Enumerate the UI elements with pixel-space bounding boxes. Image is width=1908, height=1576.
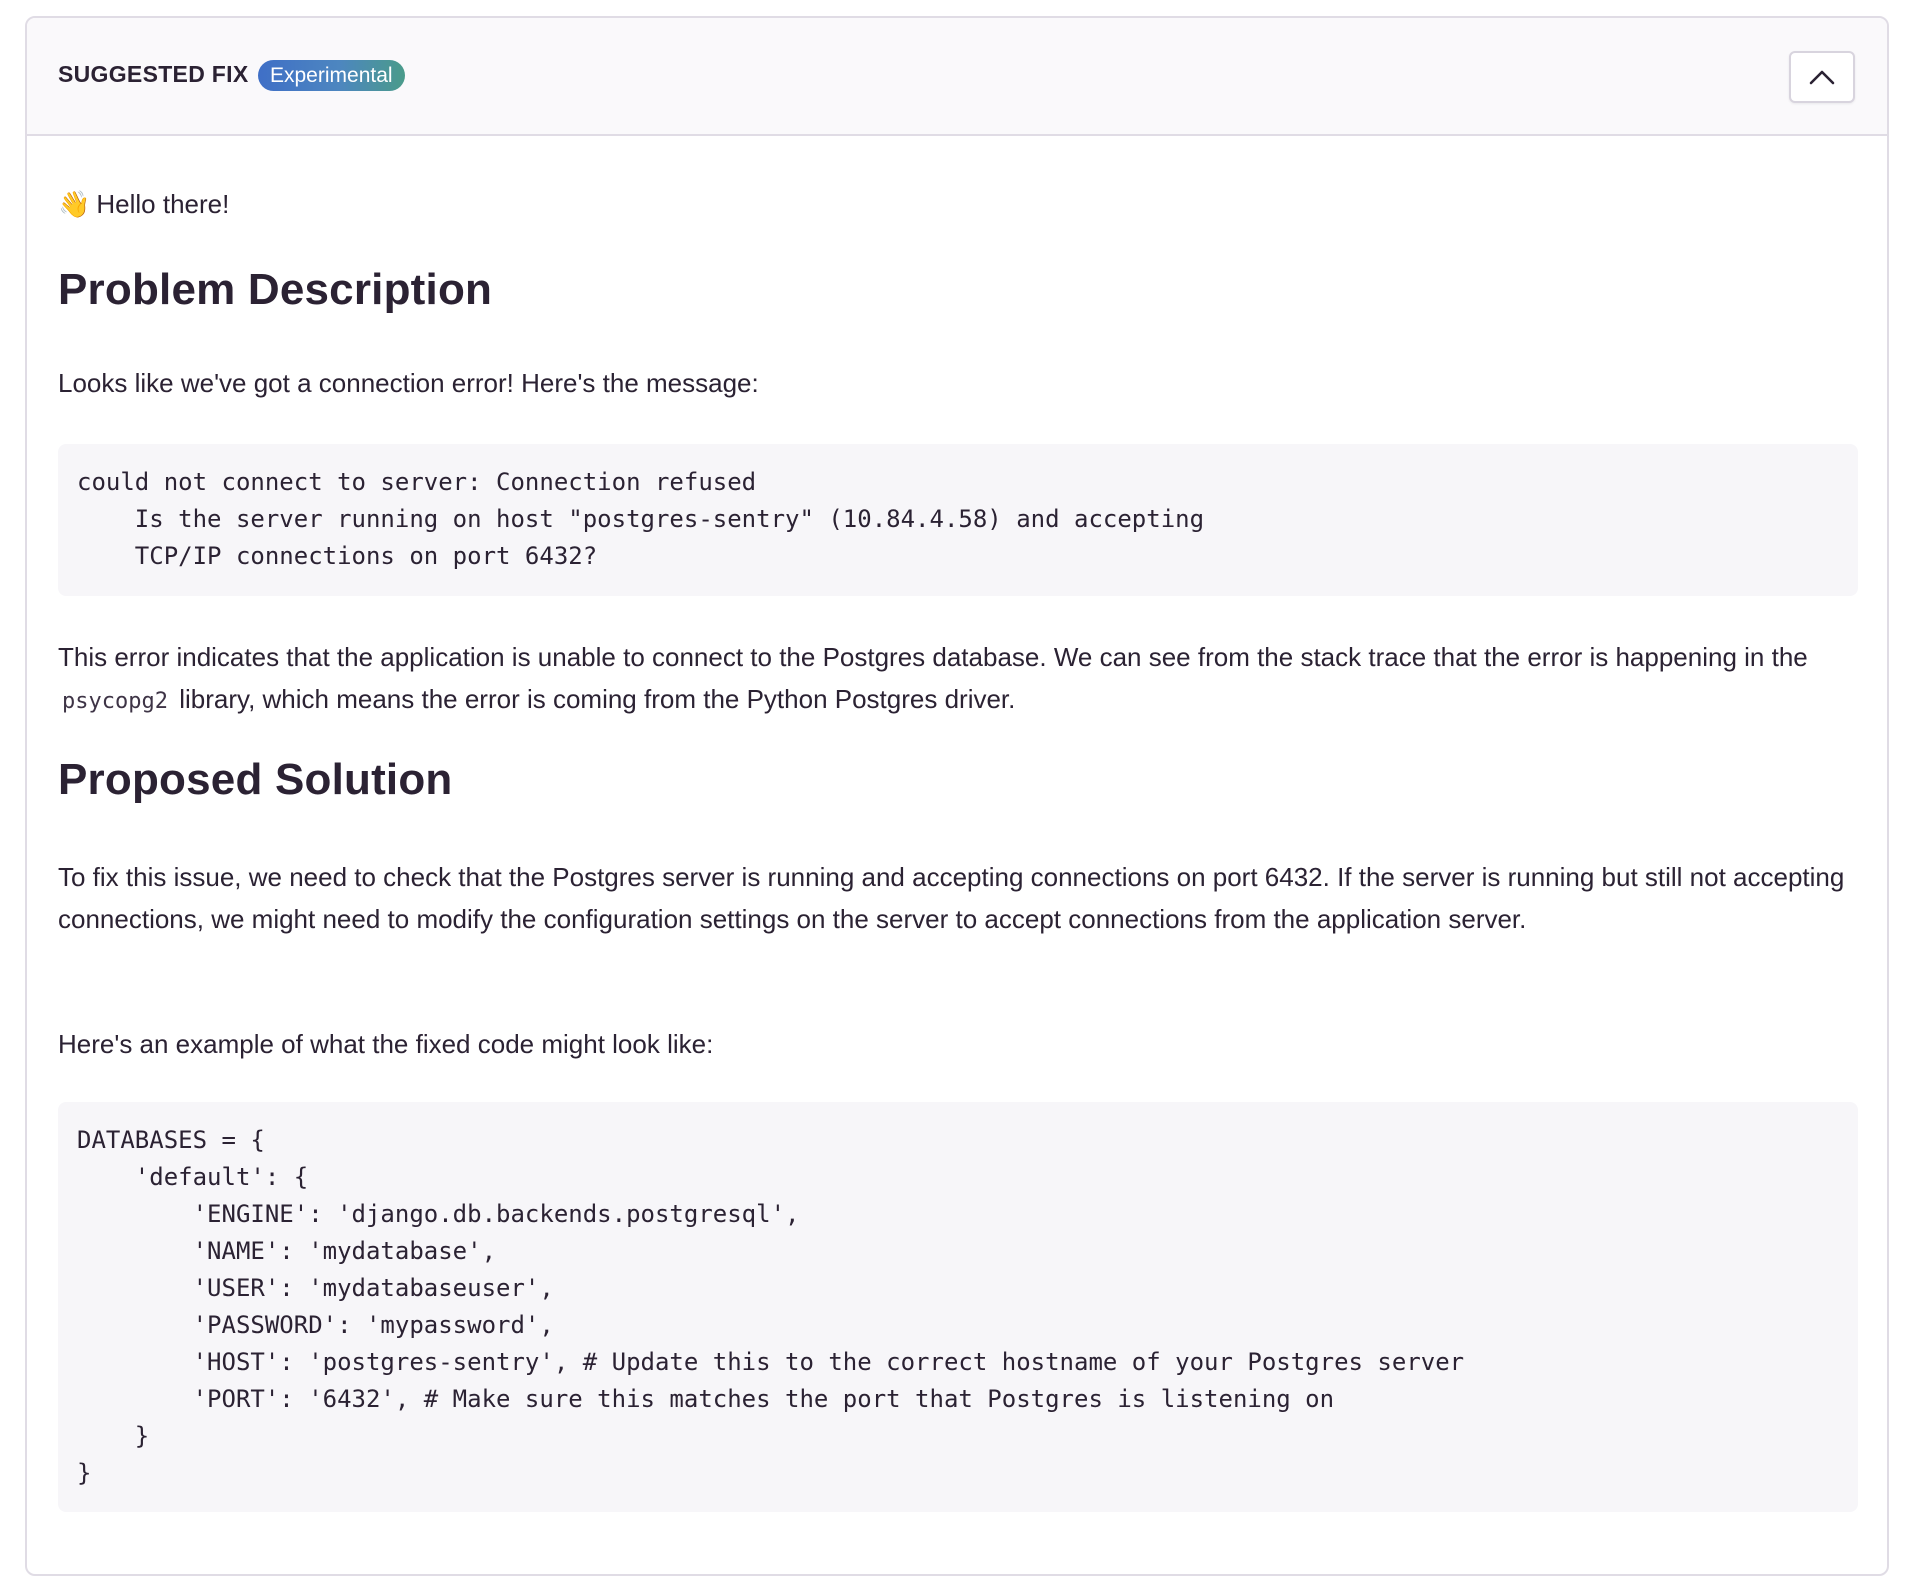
panel-header: SUGGESTED FIX Experimental xyxy=(27,18,1887,136)
explanation-text-after: library, which means the error is coming… xyxy=(179,684,1016,714)
problem-heading: Problem Description xyxy=(58,265,493,314)
suggested-fix-panel: SUGGESTED FIX Experimental 👋 Hello there!… xyxy=(25,16,1889,1576)
chevron-up-icon xyxy=(1809,70,1835,85)
explanation-text-before: This error indicates that the applicatio… xyxy=(58,642,1808,672)
error-message-code: could not connect to server: Connection … xyxy=(58,444,1858,596)
experimental-badge: Experimental xyxy=(258,60,405,91)
inline-code-psycopg2: psycopg2 xyxy=(62,689,168,714)
greeting-text: Hello there! xyxy=(96,189,230,219)
collapse-button[interactable] xyxy=(1789,51,1855,103)
waving-hand-icon: 👋 xyxy=(58,189,91,219)
solution-paragraph: To fix this issue, we need to check that… xyxy=(58,862,1845,934)
example-intro: Here's an example of what the fixed code… xyxy=(58,1029,714,1059)
explanation-paragraph: This error indicates that the applicatio… xyxy=(58,636,1858,723)
greeting: 👋 Hello there! xyxy=(58,188,229,220)
solution-heading: Proposed Solution xyxy=(58,755,453,804)
problem-intro: Looks like we've got a connection error!… xyxy=(58,368,759,398)
example-code: DATABASES = { 'default': { 'ENGINE': 'dj… xyxy=(58,1102,1858,1512)
panel-title: SUGGESTED FIX xyxy=(58,61,249,87)
